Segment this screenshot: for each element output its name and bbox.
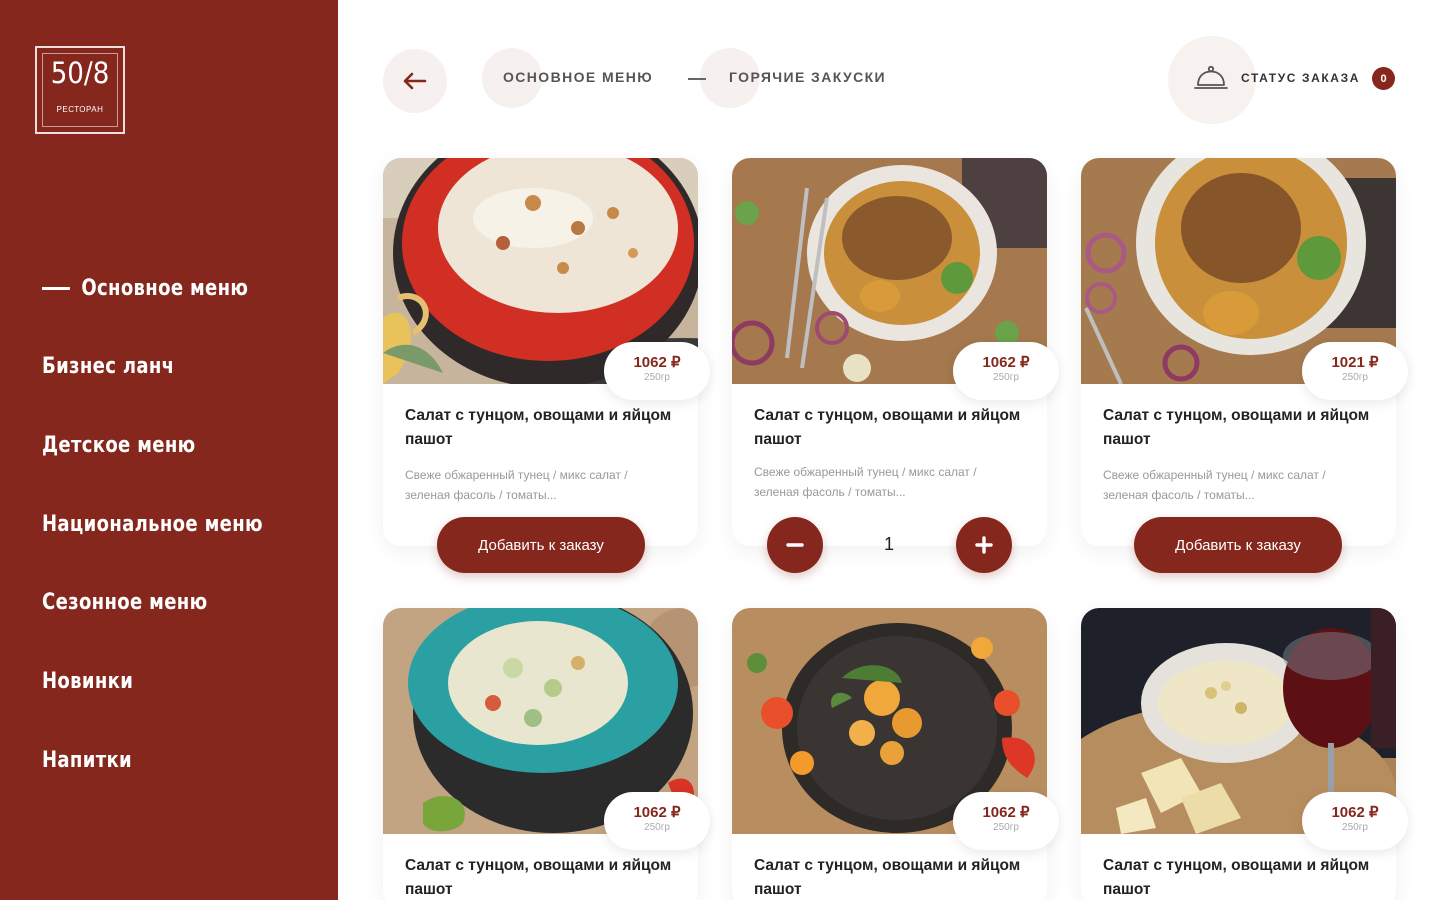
minus-icon	[786, 543, 804, 547]
sidebar-item-kids-menu[interactable]: Детское меню	[42, 425, 263, 465]
dish-title: Салат с тунцом, овощами и яйцом пашот	[405, 857, 672, 898]
dish-title: Салат с тунцом, овощами и яйцом пашот	[1103, 857, 1370, 898]
price-tag: 1062 ₽ 250гр	[1302, 792, 1408, 850]
order-status-label[interactable]: СТАТУС ЗАКАЗА	[1241, 71, 1360, 85]
sidebar-item-main-menu[interactable]: Основное меню	[42, 268, 263, 308]
dish-description: Свеже обжаренный тунец / микс салат / зе…	[754, 465, 977, 499]
quantity-value: 1	[883, 534, 894, 554]
dish-weight: 250гр	[993, 822, 1019, 833]
dish-price: 1062 ₽	[982, 804, 1030, 821]
price-tag: 1062 ₽ 250гр	[604, 342, 710, 400]
sidebar-item-label: Новинки	[42, 668, 134, 694]
sidebar-item-label: Сезонное меню	[42, 590, 208, 616]
dish-title: Салат с тунцом, овощами и яйцом пашот	[1103, 407, 1370, 448]
dish-card[interactable]: 1062 ₽ 250гр Салат с тунцом, овощами и я…	[383, 608, 710, 900]
logo-number: 50/8	[50, 56, 110, 90]
increase-quantity-button[interactable]	[956, 517, 1012, 573]
dish-card[interactable]: 1021 ₽ 250гр Салат с тунцом, овощами и я…	[1081, 158, 1408, 573]
dish-title: Салат с тунцом, овощами и яйцом пашот	[405, 407, 672, 448]
breadcrumb-main-menu[interactable]: ОСНОВНОЕ МЕНЮ	[503, 69, 653, 85]
breadcrumb-hot-appetizers[interactable]: ГОРЯЧИЕ ЗАКУСКИ	[729, 69, 886, 85]
dish-weight: 250гр	[993, 372, 1019, 383]
arrow-left-icon	[403, 72, 427, 90]
plus-icon	[975, 536, 993, 554]
dish-weight: 250гр	[1342, 822, 1368, 833]
price-tag: 1062 ₽ 250гр	[604, 792, 710, 850]
sidebar-item-drinks[interactable]: Напитки	[42, 740, 263, 780]
dish-card[interactable]: 1062 ₽ 250гр Салат с тунцом, овощами и я…	[732, 158, 1059, 573]
dish-description: Свеже обжаренный тунец / микс салат / зе…	[405, 468, 628, 502]
active-indicator	[42, 286, 70, 290]
decrease-quantity-button[interactable]	[767, 517, 823, 573]
dish-title: Салат с тунцом, овощами и яйцом пашот	[754, 857, 1021, 898]
logo-subtitle: РЕСТОРАН	[56, 105, 104, 114]
sidebar-item-label: Основное меню	[81, 275, 249, 301]
add-to-order-button[interactable]: Добавить к заказу	[1134, 517, 1342, 573]
cloche-icon[interactable]	[1193, 63, 1229, 93]
price-tag: 1021 ₽ 250гр	[1302, 342, 1408, 400]
order-count-badge: 0	[1372, 67, 1395, 90]
dish-card[interactable]: 1062 ₽ 250гр Салат с тунцом, овощами и я…	[1081, 608, 1408, 900]
back-button[interactable]	[383, 49, 447, 113]
sidebar-item-national-menu[interactable]: Национальное меню	[42, 504, 263, 544]
dish-weight: 250гр	[1342, 372, 1368, 383]
restaurant-logo[interactable]: 50/8 РЕСТОРАН	[35, 46, 125, 134]
price-tag: 1062 ₽ 250гр	[953, 342, 1059, 400]
dish-card[interactable]: 1062 ₽ 250гр Салат с тунцом, овощами и я…	[732, 608, 1059, 900]
sidebar-item-label: Детское меню	[42, 432, 196, 458]
breadcrumb-separator	[688, 78, 706, 80]
add-to-order-button[interactable]: Добавить к заказу	[437, 517, 645, 573]
sidebar-item-seasonal-menu[interactable]: Сезонное меню	[42, 583, 263, 623]
dish-weight: 250гр	[644, 822, 670, 833]
sidebar-item-label: Бизнес ланч	[42, 354, 175, 380]
dish-price: 1062 ₽	[1331, 804, 1379, 821]
sidebar-item-new[interactable]: Новинки	[42, 661, 263, 701]
sidebar-item-business-lunch[interactable]: Бизнес ланч	[42, 347, 263, 387]
dish-weight: 250гр	[644, 372, 670, 383]
dish-price: 1062 ₽	[633, 804, 681, 821]
sidebar: 50/8 РЕСТОРАН Основное меню Бизнес ланч …	[0, 0, 338, 900]
price-tag: 1062 ₽ 250гр	[953, 792, 1059, 850]
dish-title: Салат с тунцом, овощами и яйцом пашот	[754, 407, 1021, 448]
sidebar-nav: Основное меню Бизнес ланч Детское меню Н…	[42, 268, 311, 819]
dish-price: 1062 ₽	[982, 354, 1030, 371]
sidebar-item-label: Национальное меню	[42, 511, 263, 537]
dish-description: Свеже обжаренный тунец / микс салат / зе…	[1103, 468, 1326, 502]
sidebar-item-label: Напитки	[42, 747, 133, 773]
dish-price: 1021 ₽	[1331, 354, 1379, 371]
dish-card[interactable]: 1062 ₽ 250гр Салат с тунцом, овощами и я…	[383, 158, 710, 573]
dish-price: 1062 ₽	[633, 354, 681, 371]
